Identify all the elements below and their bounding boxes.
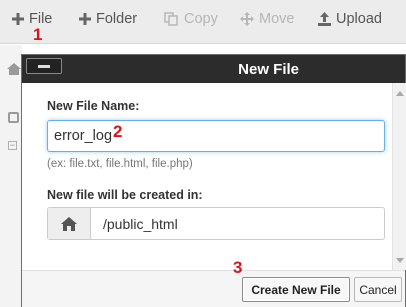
dialog-title: New File	[238, 61, 299, 78]
upload-label: Upload	[336, 11, 382, 27]
location-label: New file will be created in:	[47, 188, 203, 202]
scroll-down-icon[interactable]	[396, 258, 404, 263]
location-path: /public_html	[103, 215, 178, 232]
scroll-up-icon[interactable]	[396, 91, 404, 96]
checkbox-icon	[8, 112, 19, 123]
step-marker-2: 2	[113, 122, 123, 141]
plus-icon	[12, 13, 24, 25]
move-arrows-icon	[240, 12, 254, 26]
dialog-header: New File	[22, 55, 405, 83]
move-label: Move	[259, 11, 295, 27]
copy-label: Copy	[184, 11, 218, 27]
sidebar-background	[0, 45, 22, 307]
location-field[interactable]: /public_html	[47, 207, 385, 240]
dialog-scrollbar[interactable]	[392, 83, 406, 270]
file-name-input[interactable]	[47, 120, 385, 152]
tree-toggle-icon: −	[8, 140, 17, 150]
copy-button[interactable]: Copy	[164, 8, 218, 30]
cancel-button[interactable]: Cancel	[354, 277, 402, 302]
new-folder-button[interactable]: Folder	[79, 8, 137, 30]
file-manager-toolbar: File Folder Copy Move Upload	[0, 0, 406, 44]
dialog-body: New File Name: (ex: file.txt, file.html,…	[22, 83, 392, 269]
new-folder-label: Folder	[96, 11, 138, 27]
new-file-dialog: New File New File Name: (ex: file.txt, f…	[21, 54, 406, 307]
upload-button[interactable]: Upload	[318, 8, 382, 30]
home-icon	[61, 216, 77, 231]
move-button[interactable]: Move	[240, 8, 294, 30]
file-name-hint: (ex: file.txt, file.html, file.php)	[47, 158, 193, 170]
file-name-label: New File Name:	[47, 99, 140, 113]
step-marker-3: 3	[233, 258, 243, 277]
location-addon	[48, 208, 91, 239]
copy-icon	[164, 12, 178, 26]
home-icon	[7, 63, 21, 75]
upload-icon	[318, 12, 331, 26]
dialog-footer: Create New File Cancel	[22, 270, 405, 307]
create-new-file-button[interactable]: Create New File	[242, 277, 350, 302]
step-marker-1: 1	[33, 25, 43, 44]
plus-icon	[79, 13, 91, 25]
